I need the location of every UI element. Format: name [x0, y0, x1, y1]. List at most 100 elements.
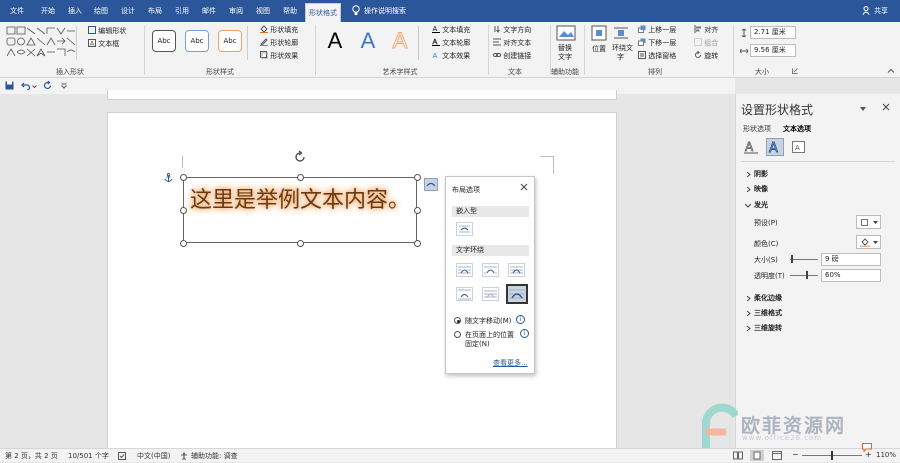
word-count[interactable]: 10/501 个字 [68, 451, 109, 461]
rotate-button[interactable]: 旋转 [694, 50, 718, 61]
see-more-link[interactable]: 查看更多... [493, 358, 528, 368]
collapse-ribbon-icon[interactable] [887, 68, 895, 74]
resize-handle-right[interactable] [414, 207, 421, 214]
shape-fill-button[interactable]: 形状填充 [260, 25, 298, 35]
wrap-tight-icon[interactable] [482, 263, 499, 277]
section-glow[interactable]: 发光 [754, 200, 768, 210]
tab-help[interactable]: 帮助 [279, 0, 301, 22]
text-effects-button[interactable]: A 文本效果 [432, 51, 471, 61]
language-indicator[interactable]: 中文(中国) [137, 451, 170, 461]
wordart-style-blue[interactable]: A [357, 28, 379, 54]
position-label[interactable]: 位置 [592, 44, 606, 54]
position-icon[interactable] [591, 25, 607, 41]
size-dialog-launcher-icon[interactable] [792, 68, 798, 74]
fix-position-radio[interactable] [454, 331, 461, 338]
resize-handle-top-left[interactable] [180, 174, 187, 181]
proofing-icon[interactable] [118, 452, 126, 460]
alt-text-icon[interactable] [556, 25, 576, 41]
glow-color-dropdown[interactable] [856, 235, 881, 249]
layout-options-button[interactable] [424, 178, 438, 191]
pane-options-dropdown-icon[interactable] [860, 106, 866, 111]
close-icon[interactable] [882, 103, 890, 111]
resize-handle-bottom-left[interactable] [180, 240, 187, 247]
send-backward-button[interactable]: 下移一层 [638, 38, 676, 48]
section-soft-edges[interactable]: 柔化边缘 [754, 293, 782, 303]
wrap-behind-text-icon[interactable] [482, 287, 499, 301]
section-reflection[interactable]: 映像 [754, 184, 768, 194]
shape-style-preset-3[interactable]: Abc [218, 30, 242, 52]
shape-height-input[interactable]: 2.71 厘米 [750, 26, 796, 39]
alt-text-label-line2[interactable]: 文字 [558, 52, 572, 62]
rotate-handle-icon[interactable] [293, 150, 307, 164]
section-shadow[interactable]: 阴影 [754, 169, 768, 179]
tab-insert[interactable]: 插入 [64, 0, 86, 22]
save-icon[interactable] [5, 81, 14, 90]
shape-style-preset-1[interactable]: Abc [152, 30, 176, 52]
shapes-gallery-scroll[interactable] [76, 26, 84, 60]
wordart-scroll[interactable] [418, 26, 426, 60]
resize-handle-top-right[interactable] [414, 174, 421, 181]
share-button[interactable]: 共享 [871, 0, 891, 22]
tab-view[interactable]: 视图 [252, 0, 274, 22]
text-effects-tab-icon[interactable]: A [766, 138, 784, 156]
group-button[interactable]: 组合 [694, 38, 718, 48]
text-fill-button[interactable]: A 文本填充 [432, 25, 470, 35]
tab-file[interactable]: 文件 [6, 0, 28, 22]
glow-transparency-slider-thumb[interactable] [806, 271, 808, 279]
resize-handle-top[interactable] [297, 174, 304, 181]
info-icon[interactable]: i [520, 329, 529, 338]
zoom-in-button[interactable]: + [865, 451, 872, 459]
wrap-inline-icon[interactable] [456, 222, 473, 236]
shape-outline-button[interactable]: 形状轮廓 [260, 38, 298, 48]
shape-styles-scroll[interactable] [247, 26, 255, 60]
tab-mailings[interactable]: 邮件 [198, 0, 220, 22]
glow-preset-dropdown[interactable] [856, 215, 881, 229]
resize-handle-bottom-right[interactable] [414, 240, 421, 247]
layout-properties-icon[interactable]: A [792, 141, 805, 153]
text-outline-button[interactable]: A 文本轮廓 [432, 38, 470, 48]
wrap-in-front-icon[interactable] [506, 284, 528, 304]
tab-layout[interactable]: 布局 [144, 0, 166, 22]
wrap-text-icon[interactable] [613, 25, 629, 41]
anchor-icon[interactable] [164, 173, 173, 183]
info-icon[interactable]: i [516, 315, 525, 324]
redo-icon[interactable] [43, 80, 52, 90]
wrap-through-icon[interactable] [508, 263, 525, 277]
selection-pane-button[interactable]: 选择窗格 [638, 51, 676, 61]
glow-transparency-slider[interactable] [790, 275, 818, 276]
align-button[interactable]: 对齐 [694, 25, 718, 35]
tab-shape-options[interactable]: 形状选项 [743, 124, 771, 134]
glow-size-slider[interactable] [790, 259, 818, 260]
edit-shape-button[interactable]: 编辑形状 [88, 26, 126, 36]
glow-size-input[interactable]: 9 磅 [821, 253, 881, 266]
tab-design[interactable]: 设计 [117, 0, 139, 22]
read-mode-view-icon[interactable] [733, 451, 743, 460]
move-with-text-radio[interactable] [454, 317, 461, 324]
zoom-level[interactable]: 110% [876, 451, 896, 459]
wordart-style-black[interactable]: A [324, 28, 346, 54]
selected-textbox[interactable]: 这里是举例文本内容。 [183, 177, 417, 243]
accessibility-icon[interactable] [180, 452, 188, 461]
shape-effects-button[interactable]: 形状效果 [260, 51, 298, 61]
tab-references[interactable]: 引用 [171, 0, 193, 22]
undo-dropdown-icon[interactable] [32, 83, 37, 89]
tab-review[interactable]: 审阅 [225, 0, 247, 22]
tab-shape-format[interactable]: 形状格式 [305, 3, 341, 22]
wrap-square-icon[interactable] [456, 263, 473, 277]
accessibility-status[interactable]: 辅助功能: 调查 [191, 451, 238, 461]
web-layout-view-icon[interactable] [772, 451, 782, 460]
shapes-gallery[interactable] [6, 26, 84, 62]
zoom-out-button[interactable]: − [792, 451, 799, 459]
section-3d-format[interactable]: 三维格式 [754, 308, 782, 318]
glow-size-slider-thumb[interactable] [791, 255, 793, 263]
shape-style-preset-2[interactable]: Abc [185, 30, 209, 52]
wrap-top-bottom-icon[interactable] [456, 287, 473, 301]
tab-text-options[interactable]: 文本选项 [783, 124, 811, 134]
page-count[interactable]: 第 2 页，共 2 页 [5, 451, 58, 461]
tab-home[interactable]: 开始 [36, 0, 60, 22]
glow-transparency-input[interactable]: 60% [821, 269, 881, 282]
text-direction-button[interactable]: 文字方向 [493, 25, 531, 35]
tell-me-search[interactable]: 操作说明搜索 [364, 0, 414, 22]
close-icon[interactable] [520, 183, 528, 191]
text-fill-outline-icon[interactable]: A [744, 140, 758, 154]
